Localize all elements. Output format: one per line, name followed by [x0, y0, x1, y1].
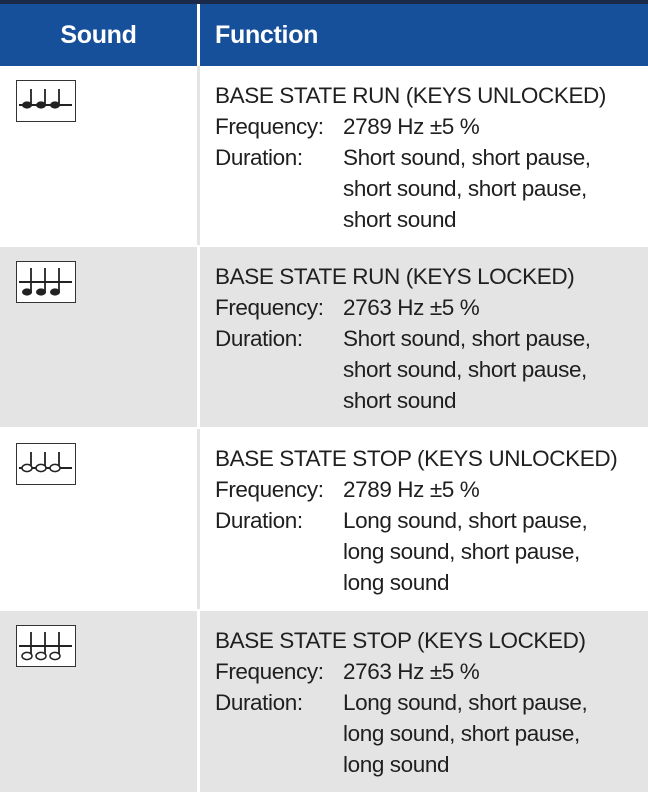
three-filled-notes-above-icon — [16, 80, 76, 122]
three-hollow-notes-below-icon — [16, 625, 76, 667]
duration-line-text: long sound — [343, 570, 450, 595]
duration-line-text: short sound, short pause, — [343, 357, 587, 382]
three-filled-notes-below-icon — [16, 261, 76, 303]
duration-value: Short sound, short pause, short sound, s… — [343, 323, 591, 416]
table-row: BASE STATE STOP (KEYS LOCKED) Frequency:… — [0, 611, 648, 792]
duration-line-text: Long sound, short pause, — [343, 690, 588, 715]
duration-label: Duration: — [215, 690, 303, 715]
table-header: Sound Function — [0, 4, 648, 66]
duration-line-text: long sound, short pause, — [343, 539, 580, 564]
frequency-line: Frequency: 2789 Hz ±5 % — [215, 111, 635, 142]
duration-line: Duration: Short sound, short pause, shor… — [215, 323, 635, 413]
duration-value: Long sound, short pause, long sound, sho… — [343, 505, 588, 598]
frequency-line: Frequency: 2763 Hz ±5 % — [215, 656, 635, 687]
sound-cell — [0, 66, 200, 245]
state-title: BASE STATE STOP (KEYS LOCKED) — [215, 628, 586, 653]
table-row: BASE STATE STOP (KEYS UNLOCKED) Frequenc… — [0, 429, 648, 611]
sound-function-table: Sound Function BASE STATE RUN (KEYS UNLO… — [0, 0, 648, 792]
frequency-value: 2789 Hz ±5 % — [343, 114, 480, 139]
duration-label: Duration: — [215, 145, 303, 170]
frequency-value: 2789 Hz ±5 % — [343, 477, 480, 502]
frequency-label: Frequency: — [215, 295, 324, 320]
duration-line-text: long sound, short pause, — [343, 721, 580, 746]
function-cell: BASE STATE STOP (KEYS UNLOCKED) Frequenc… — [215, 443, 635, 595]
frequency-line: Frequency: 2763 Hz ±5 % — [215, 292, 635, 323]
sound-cell — [0, 611, 200, 792]
function-cell: BASE STATE RUN (KEYS UNLOCKED) Frequency… — [215, 80, 635, 232]
duration-line: Duration: Short sound, short pause, shor… — [215, 142, 635, 232]
frequency-line: Frequency: 2789 Hz ±5 % — [215, 474, 635, 505]
duration-line: Duration: Long sound, short pause, long … — [215, 687, 635, 777]
frequency-value: 2763 Hz ±5 % — [343, 295, 480, 320]
duration-line-text: Short sound, short pause, — [343, 145, 591, 170]
sound-cell — [0, 429, 200, 609]
header-function: Function — [215, 20, 319, 49]
function-cell: BASE STATE RUN (KEYS LOCKED) Frequency: … — [215, 261, 635, 413]
state-title: BASE STATE RUN (KEYS UNLOCKED) — [215, 83, 606, 108]
duration-line-text: short sound, short pause, — [343, 176, 587, 201]
duration-label: Duration: — [215, 326, 303, 351]
frequency-label: Frequency: — [215, 477, 324, 502]
frequency-label: Frequency: — [215, 114, 324, 139]
state-title: BASE STATE STOP (KEYS UNLOCKED) — [215, 446, 618, 471]
three-hollow-notes-above-icon — [16, 443, 76, 485]
duration-line-text: short sound — [343, 207, 457, 232]
header-sound: Sound — [0, 4, 200, 66]
duration-line: Duration: Long sound, short pause, long … — [215, 505, 635, 595]
frequency-label: Frequency: — [215, 659, 324, 684]
sound-cell — [0, 247, 200, 427]
duration-line-text: short sound — [343, 388, 457, 413]
duration-line-text: Long sound, short pause, — [343, 508, 588, 533]
frequency-value: 2763 Hz ±5 % — [343, 659, 480, 684]
duration-value: Long sound, short pause, long sound, sho… — [343, 687, 588, 780]
duration-line-text: Short sound, short pause, — [343, 326, 591, 351]
duration-label: Duration: — [215, 508, 303, 533]
duration-line-text: long sound — [343, 752, 450, 777]
function-cell: BASE STATE STOP (KEYS LOCKED) Frequency:… — [215, 625, 635, 777]
table-row: BASE STATE RUN (KEYS UNLOCKED) Frequency… — [0, 66, 648, 247]
duration-value: Short sound, short pause, short sound, s… — [343, 142, 591, 235]
table-row: BASE STATE RUN (KEYS LOCKED) Frequency: … — [0, 247, 648, 429]
state-title: BASE STATE RUN (KEYS LOCKED) — [215, 264, 575, 289]
